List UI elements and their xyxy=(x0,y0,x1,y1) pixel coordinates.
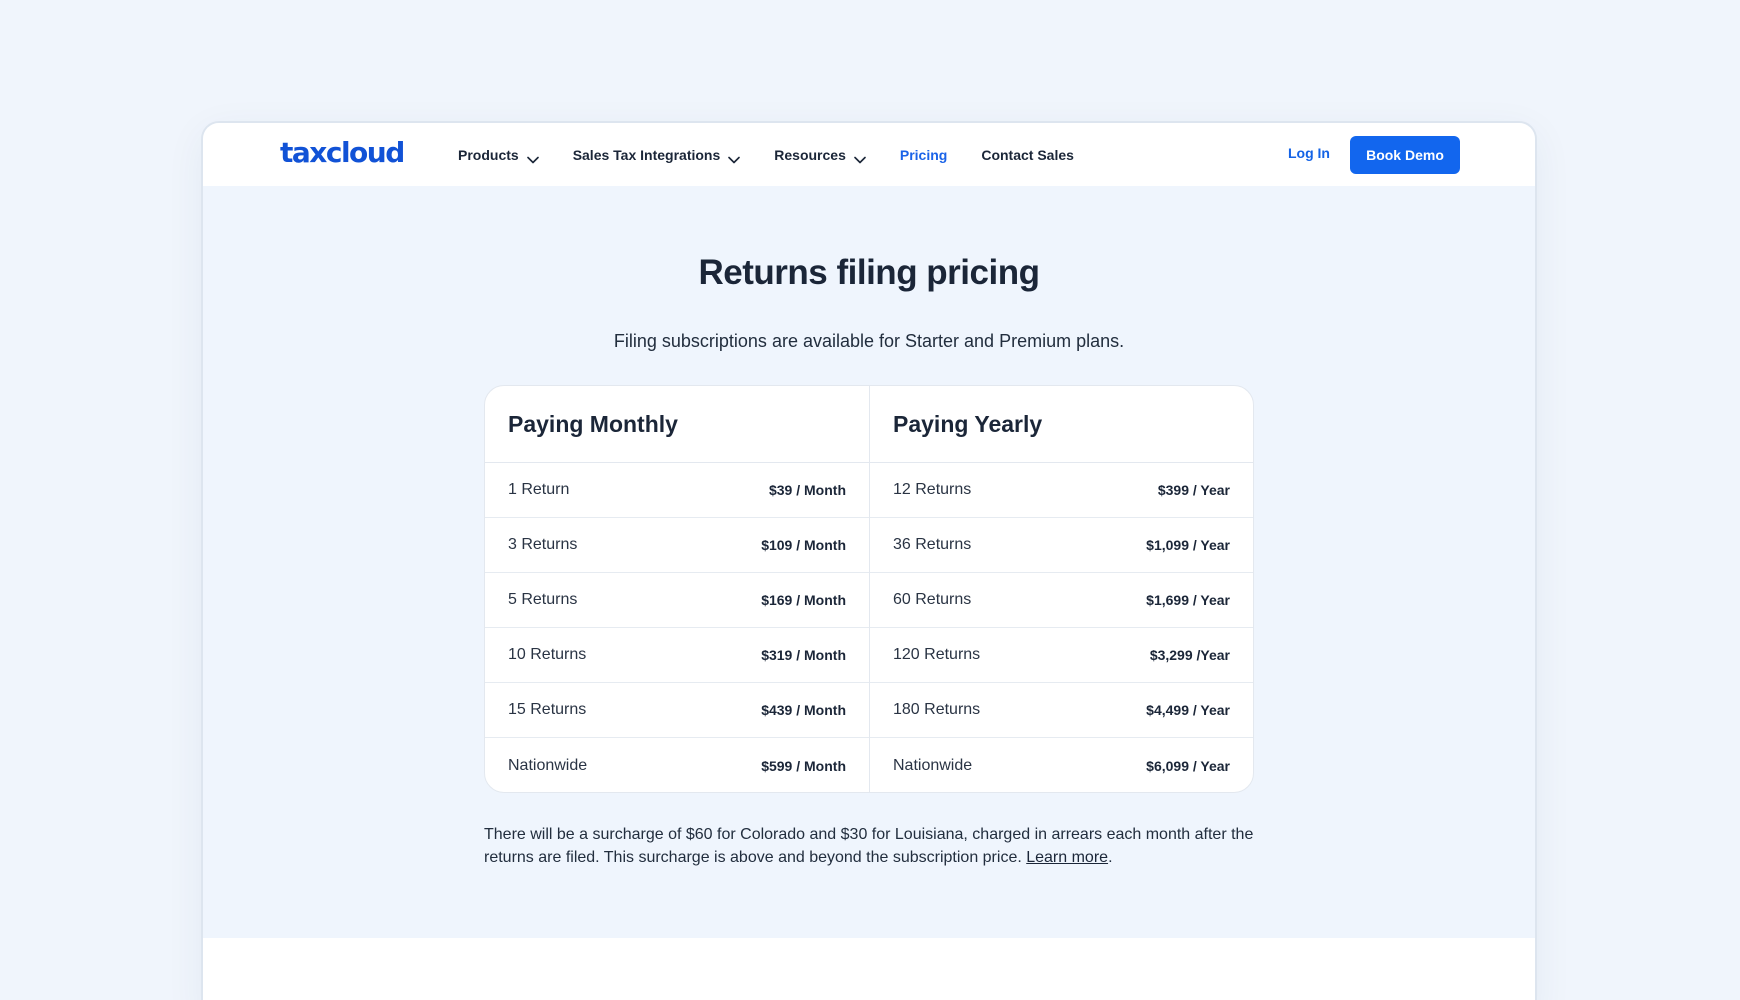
table-row: 36 Returns $1,099 / Year xyxy=(870,518,1253,573)
monthly-column: Paying Monthly 1 Return $39 / Month 3 Retu… xyxy=(485,386,869,792)
table-row: 10 Returns $319 / Month xyxy=(485,628,869,683)
chevron-down-icon xyxy=(854,151,866,163)
top-navbar: taxcloud Products Sales Tax Integrations R… xyxy=(203,123,1535,186)
book-demo-button[interactable]: Book Demo xyxy=(1350,136,1460,174)
plan-name: 36 Returns xyxy=(893,536,972,553)
plan-name: 3 Returns xyxy=(508,536,578,553)
yearly-heading: Paying Yearly xyxy=(870,386,1253,463)
nav-item-label: Resources xyxy=(774,146,846,163)
nav-item-pricing[interactable]: Pricing xyxy=(900,147,947,163)
table-row: 180 Returns $4,499 / Year xyxy=(870,683,1253,738)
nav-item-label: Sales Tax Integrations xyxy=(572,146,721,163)
pricing-table: Paying Monthly 1 Return $39 / Month 3 Retu… xyxy=(484,385,1254,793)
login-link[interactable]: Log In xyxy=(1288,145,1330,161)
plan-name: 5 Returns xyxy=(508,591,578,608)
yearly-column: Paying Yearly 12 Returns $399 / Year 36 Re… xyxy=(869,386,1253,792)
chevron-down-icon xyxy=(526,151,539,163)
nav-menu: Products Sales Tax Integrations Resources P… xyxy=(458,123,1108,186)
nav-item-sales-tax-integrations[interactable]: Sales Tax Integrations xyxy=(573,147,741,163)
surcharge-text: There will be a surcharge of $60 for Col… xyxy=(484,826,1254,866)
nav-item-label: Contact Sales xyxy=(981,146,1074,163)
plan-price: $319 / Month xyxy=(761,647,846,663)
plan-name: 10 Returns xyxy=(508,646,587,663)
plan-price: $109 / Month xyxy=(761,537,846,553)
next-section-panel xyxy=(203,938,1535,1000)
nav-item-label: Pricing xyxy=(899,146,948,163)
plan-price: $399 / Year xyxy=(1157,482,1230,498)
plan-name: 15 Returns xyxy=(508,701,587,718)
plan-price: $39 / Month xyxy=(768,482,846,498)
note-period: . xyxy=(1108,849,1113,866)
chevron-down-icon xyxy=(728,151,741,163)
table-row: 60 Returns $1,699 / Year xyxy=(870,573,1253,628)
plan-name: 120 Returns xyxy=(893,646,981,663)
table-row: Nationwide $599 / Month xyxy=(485,738,869,792)
plan-name: 12 Returns xyxy=(893,481,972,498)
plan-price: $169 / Month xyxy=(761,592,846,608)
plan-name: 1 Return xyxy=(508,481,570,498)
nav-item-resources[interactable]: Resources xyxy=(774,147,866,163)
nav-item-products[interactable]: Products xyxy=(458,147,539,163)
plan-price: $1,699 / Year xyxy=(1146,592,1230,608)
plan-price: $3,299 /Year xyxy=(1149,647,1230,663)
table-row: 15 Returns $439 / Month xyxy=(485,683,869,738)
plan-price: $1,099 / Year xyxy=(1146,537,1230,553)
table-row: 12 Returns $399 / Year xyxy=(870,463,1253,518)
plan-price: $439 / Month xyxy=(761,702,846,718)
plan-name: 180 Returns xyxy=(893,701,981,718)
nav-item-contact-sales[interactable]: Contact Sales xyxy=(981,147,1074,163)
table-row: 3 Returns $109 / Month xyxy=(485,518,869,573)
table-row: 120 Returns $3,299 /Year xyxy=(870,628,1253,683)
plan-price: $599 / Month xyxy=(761,757,846,774)
browser-frame: taxcloud Products Sales Tax Integrations R… xyxy=(201,121,1537,1000)
page-subtitle: Filing subscriptions are available for S… xyxy=(613,331,1125,351)
table-row: Nationwide $6,099 / Year xyxy=(870,738,1253,792)
taxcloud-logo[interactable]: taxcloud xyxy=(280,136,405,169)
plan-name: Nationwide xyxy=(508,756,588,774)
plan-name: 60 Returns xyxy=(893,591,972,608)
table-row: 5 Returns $169 / Month xyxy=(485,573,869,628)
monthly-heading: Paying Monthly xyxy=(485,386,869,463)
table-row: 1 Return $39 / Month xyxy=(485,463,869,518)
plan-price: $6,099 / Year xyxy=(1146,757,1230,774)
surcharge-note: There will be a surcharge of $60 for Col… xyxy=(484,823,1264,869)
learn-more-link[interactable]: Learn more xyxy=(1026,849,1108,866)
plan-price: $4,499 / Year xyxy=(1146,702,1230,718)
nav-item-label: Products xyxy=(458,146,519,163)
plan-name: Nationwide xyxy=(893,756,973,774)
page-title: Returns filing pricing xyxy=(698,253,1040,292)
